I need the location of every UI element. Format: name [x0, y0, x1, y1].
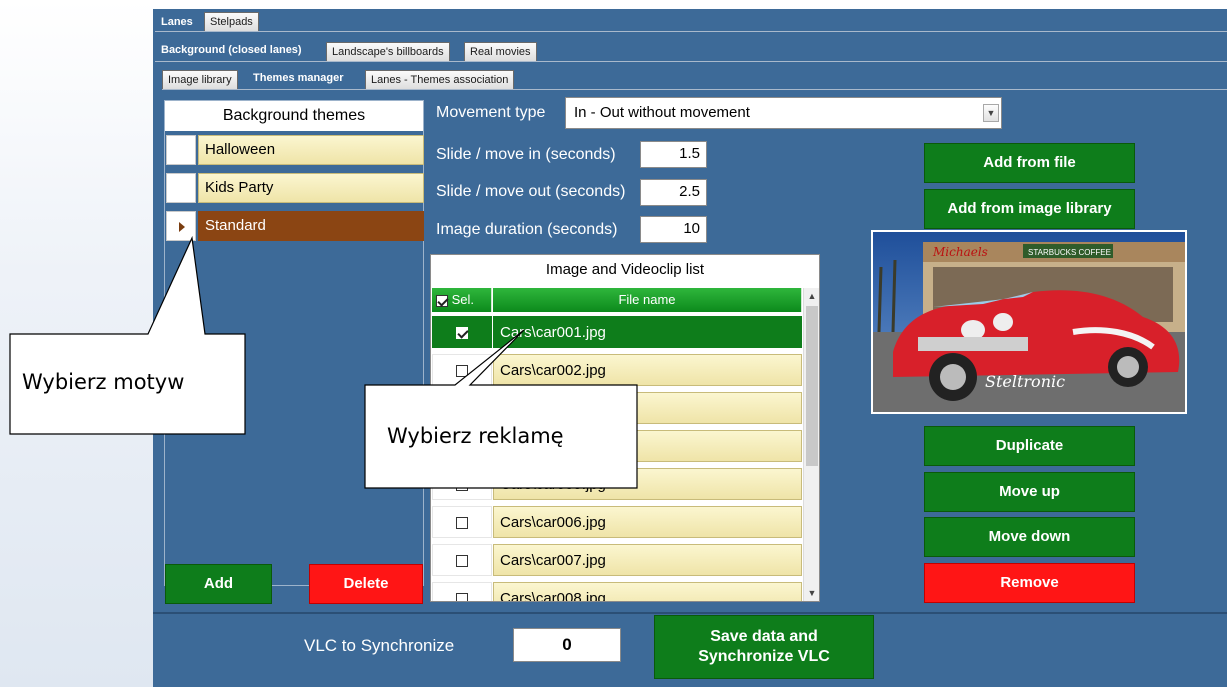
save-sync-button[interactable]: Save data and Synchronize VLC [654, 615, 874, 679]
callout-theme-text: Wybierz motyw [22, 370, 185, 394]
callout-ad-bubble [364, 329, 638, 489]
callout-theme-bubble [9, 235, 246, 435]
vlc-label: VLC to Synchronize [304, 636, 455, 655]
callout-ad-text: Wybierz reklamę [387, 424, 564, 448]
save-sync-line1: Save data and [710, 628, 818, 645]
bottom-divider [153, 612, 1227, 614]
save-sync-line2: Synchronize VLC [698, 648, 830, 665]
vlc-input[interactable]: 0 [513, 628, 621, 662]
callout-bubbles [9, 235, 638, 489]
